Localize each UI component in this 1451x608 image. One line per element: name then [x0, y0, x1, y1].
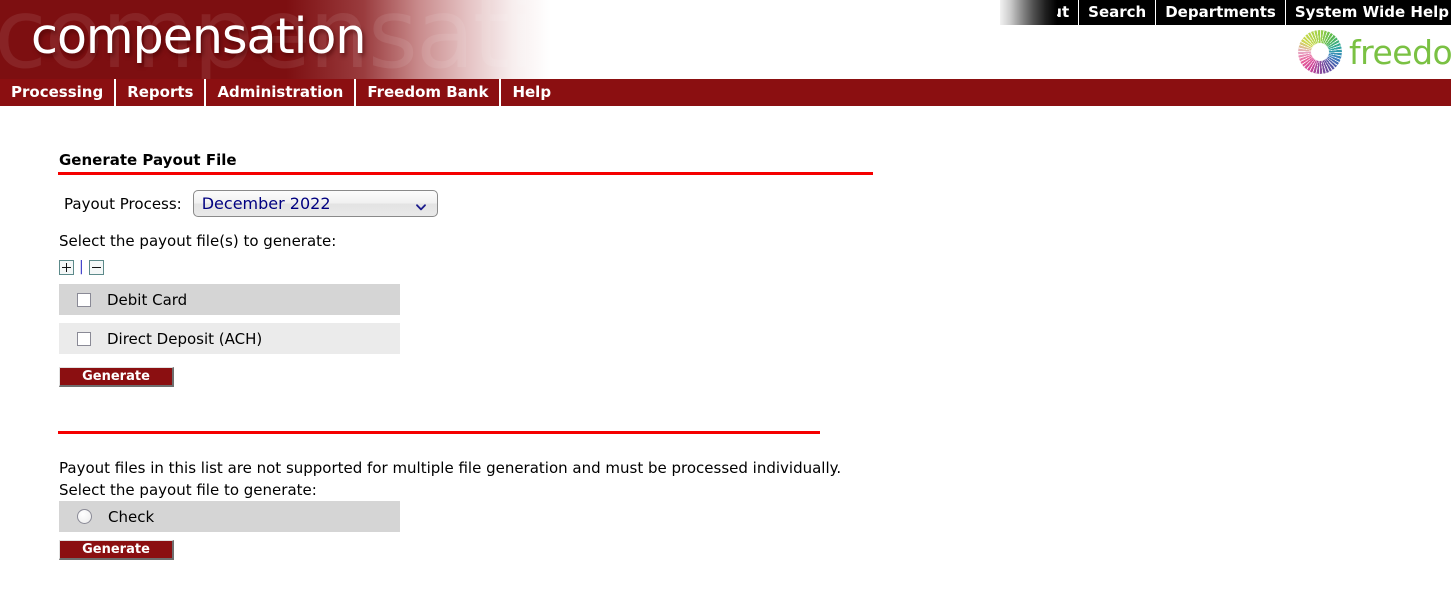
list-item[interactable]: Direct Deposit (ACH)	[59, 323, 400, 354]
expander-separator: |	[79, 259, 84, 275]
payout-process-select[interactable]: December 2022	[192, 190, 438, 217]
nav-item-administration[interactable]: Administration	[206, 79, 357, 106]
top-utility-bar: Logout Search Departments System Wide He…	[1000, 0, 1451, 25]
collapse-minus-icon[interactable]	[88, 260, 104, 275]
sunburst-circle-icon	[1298, 30, 1342, 74]
payout-file-radio-list: Check	[59, 501, 400, 532]
nav-item-help[interactable]: Help	[501, 79, 562, 106]
search-link[interactable]: Search	[1078, 0, 1155, 25]
site-banner: compensation compensation	[0, 0, 551, 79]
expand-collapse-controls: |	[59, 260, 104, 275]
payout-file-checkbox-list: Debit Card Direct Deposit (ACH)	[59, 284, 400, 354]
section-divider-top	[58, 172, 873, 175]
single-section-note-line-2: Select the payout file to generate:	[59, 481, 317, 499]
nav-item-processing[interactable]: Processing	[0, 79, 117, 106]
page-title: Generate Payout File	[59, 151, 237, 169]
direct-deposit-ach-label: Direct Deposit (ACH)	[107, 329, 263, 348]
dither-gradient-decoration	[1000, 0, 1057, 25]
debit-card-label: Debit Card	[107, 290, 188, 309]
nav-item-reports[interactable]: Reports	[116, 79, 207, 106]
check-label: Check	[108, 507, 155, 526]
section-divider-middle	[58, 431, 820, 434]
chevron-down-icon	[415, 198, 427, 210]
main-navigation-bar: Processing Reports Administration Freedo…	[0, 79, 1451, 106]
direct-deposit-ach-checkbox[interactable]	[77, 331, 91, 346]
freedom-logo-text: freedom	[1349, 32, 1451, 72]
banner-wordmark: compensation	[31, 8, 366, 65]
generate-single-button[interactable]: Generate	[59, 540, 174, 560]
system-wide-help-link[interactable]: System Wide Help	[1284, 0, 1451, 25]
nav-item-freedom-bank[interactable]: Freedom Bank	[356, 79, 502, 106]
payout-process-label: Payout Process:	[64, 194, 182, 213]
single-section-note-line-1: Payout files in this list are not suppor…	[59, 459, 842, 477]
list-item[interactable]: Debit Card	[59, 284, 400, 315]
debit-card-checkbox[interactable]	[77, 292, 91, 307]
multi-select-instruction: Select the payout file(s) to generate:	[59, 232, 337, 250]
check-radio[interactable]	[77, 509, 92, 524]
departments-link[interactable]: Departments	[1155, 0, 1285, 25]
top-utility-links: Logout Search Departments System Wide He…	[1000, 0, 1451, 25]
generate-multi-button[interactable]: Generate	[59, 367, 174, 387]
expand-plus-icon[interactable]	[59, 260, 74, 275]
payout-process-row: Payout Process: December 2022	[64, 190, 438, 217]
freedom-logo: freedom	[1298, 30, 1451, 74]
list-item[interactable]: Check	[59, 501, 400, 532]
payout-process-selected-value: December 2022	[201, 194, 331, 213]
